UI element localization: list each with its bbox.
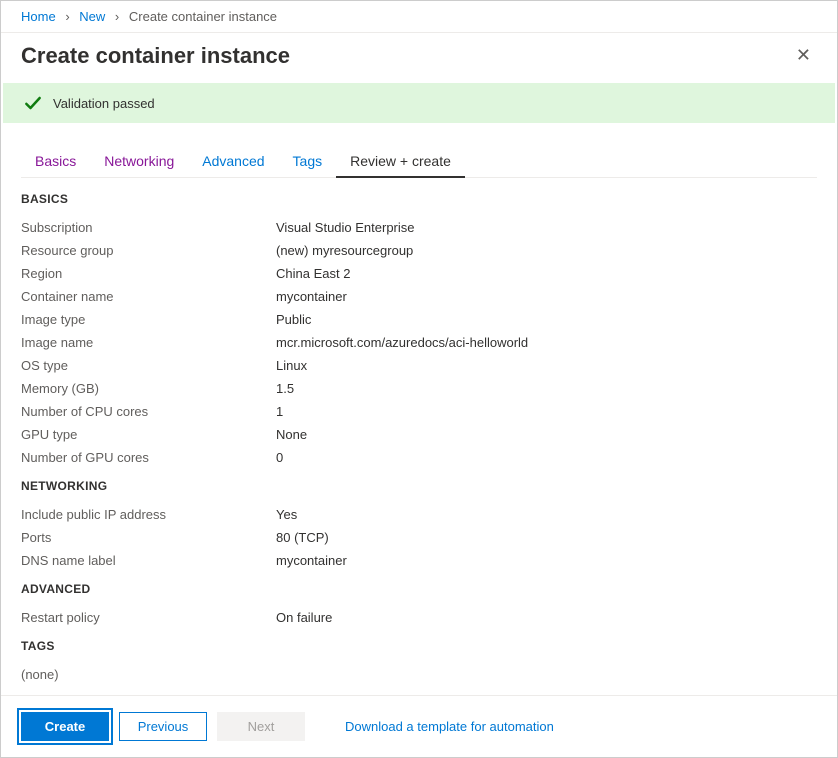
value-image-type: Public xyxy=(276,312,311,327)
value-region: China East 2 xyxy=(276,266,350,281)
label-container-name: Container name xyxy=(21,289,276,304)
chevron-right-icon: › xyxy=(65,9,69,24)
review-content: BASICS SubscriptionVisual Studio Enterpr… xyxy=(1,178,837,695)
row-region: RegionChina East 2 xyxy=(21,262,817,285)
label-image-type: Image type xyxy=(21,312,276,327)
next-button: Next xyxy=(217,712,305,741)
previous-button[interactable]: Previous xyxy=(119,712,207,741)
value-container-name: mycontainer xyxy=(276,289,347,304)
label-gpu-cores: Number of GPU cores xyxy=(21,450,276,465)
tab-basics[interactable]: Basics xyxy=(21,145,90,177)
label-ports: Ports xyxy=(21,530,276,545)
section-advanced-title: ADVANCED xyxy=(21,582,817,596)
value-image-name: mcr.microsoft.com/azuredocs/aci-hellowor… xyxy=(276,335,528,350)
breadcrumb-new[interactable]: New xyxy=(79,9,105,24)
close-button[interactable]: ✕ xyxy=(790,43,817,68)
row-image-type: Image typePublic xyxy=(21,308,817,331)
row-dns-name: DNS name labelmycontainer xyxy=(21,549,817,572)
tags-none: (none) xyxy=(21,663,817,686)
label-image-name: Image name xyxy=(21,335,276,350)
row-restart-policy: Restart policyOn failure xyxy=(21,606,817,629)
row-gpu-cores: Number of GPU cores0 xyxy=(21,446,817,469)
row-public-ip: Include public IP addressYes xyxy=(21,503,817,526)
label-gpu-type: GPU type xyxy=(21,427,276,442)
tab-networking[interactable]: Networking xyxy=(90,145,188,177)
value-restart-policy: On failure xyxy=(276,610,332,625)
validation-message: Validation passed xyxy=(53,96,155,111)
label-restart-policy: Restart policy xyxy=(21,610,276,625)
row-memory: Memory (GB)1.5 xyxy=(21,377,817,400)
row-subscription: SubscriptionVisual Studio Enterprise xyxy=(21,216,817,239)
value-gpu-type: None xyxy=(276,427,307,442)
row-cpu-cores: Number of CPU cores1 xyxy=(21,400,817,423)
value-gpu-cores: 0 xyxy=(276,450,283,465)
label-os-type: OS type xyxy=(21,358,276,373)
value-cpu-cores: 1 xyxy=(276,404,283,419)
label-dns-name: DNS name label xyxy=(21,553,276,568)
row-gpu-type: GPU typeNone xyxy=(21,423,817,446)
value-dns-name: mycontainer xyxy=(276,553,347,568)
value-memory: 1.5 xyxy=(276,381,294,396)
label-cpu-cores: Number of CPU cores xyxy=(21,404,276,419)
chevron-right-icon: › xyxy=(115,9,119,24)
row-ports: Ports80 (TCP) xyxy=(21,526,817,549)
value-resource-group: (new) myresourcegroup xyxy=(276,243,413,258)
download-template-link[interactable]: Download a template for automation xyxy=(345,719,554,734)
page-header: Create container instance ✕ xyxy=(1,33,837,83)
tab-bar: Basics Networking Advanced Tags Review +… xyxy=(21,145,817,178)
section-networking-title: NETWORKING xyxy=(21,479,817,493)
tab-tags[interactable]: Tags xyxy=(279,145,337,177)
label-public-ip: Include public IP address xyxy=(21,507,276,522)
row-image-name: Image namemcr.microsoft.com/azuredocs/ac… xyxy=(21,331,817,354)
value-subscription: Visual Studio Enterprise xyxy=(276,220,415,235)
tab-advanced[interactable]: Advanced xyxy=(188,145,278,177)
close-icon: ✕ xyxy=(796,45,811,65)
row-os-type: OS typeLinux xyxy=(21,354,817,377)
page-title: Create container instance xyxy=(21,43,290,69)
value-public-ip: Yes xyxy=(276,507,297,522)
label-region: Region xyxy=(21,266,276,281)
breadcrumb: Home › New › Create container instance xyxy=(1,1,837,33)
breadcrumb-current: Create container instance xyxy=(129,9,277,24)
label-resource-group: Resource group xyxy=(21,243,276,258)
section-tags-title: TAGS xyxy=(21,639,817,653)
row-container-name: Container namemycontainer xyxy=(21,285,817,308)
value-ports: 80 (TCP) xyxy=(276,530,329,545)
tab-review-create[interactable]: Review + create xyxy=(336,145,465,177)
create-button[interactable]: Create xyxy=(21,712,109,741)
label-memory: Memory (GB) xyxy=(21,381,276,396)
validation-banner: Validation passed xyxy=(3,83,835,123)
breadcrumb-home[interactable]: Home xyxy=(21,9,56,24)
checkmark-icon xyxy=(23,93,43,113)
row-resource-group: Resource group(new) myresourcegroup xyxy=(21,239,817,262)
section-basics-title: BASICS xyxy=(21,192,817,206)
label-subscription: Subscription xyxy=(21,220,276,235)
footer-bar: Create Previous Next Download a template… xyxy=(1,695,837,757)
value-os-type: Linux xyxy=(276,358,307,373)
